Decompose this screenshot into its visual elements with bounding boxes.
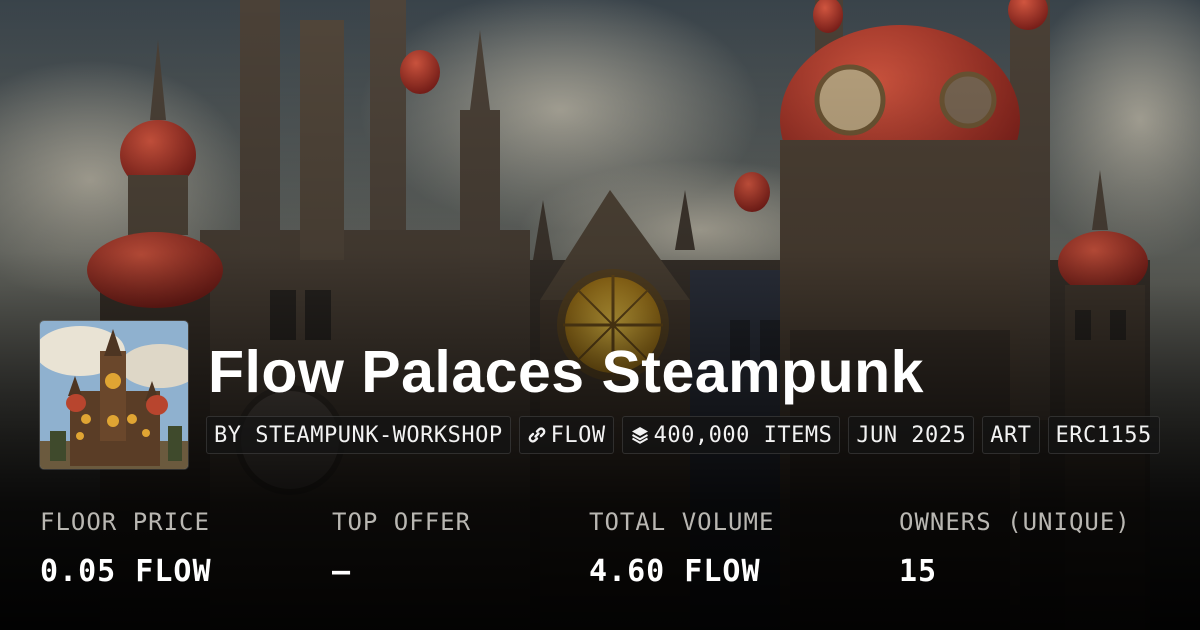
category-label: ART <box>990 422 1032 448</box>
stat-value: 0.05 FLOW <box>40 554 212 589</box>
creator-tag[interactable]: BY STEAMPUNK-WORKSHOP <box>206 416 511 454</box>
chain-tag: FLOW <box>518 416 614 454</box>
created-date-label: JUN 2025 <box>856 422 967 448</box>
stat-label: FLOOR PRICE <box>40 508 210 536</box>
creator-tag-label: BY STEAMPUNK-WORKSHOP <box>214 422 503 448</box>
stat-value: 15 <box>899 554 938 589</box>
chain-tag-label: FLOW <box>550 422 606 448</box>
token-standard-tag: ERC1155 <box>1047 416 1160 454</box>
token-standard-label: ERC1155 <box>1055 422 1152 448</box>
stat-value: 4.60 FLOW <box>589 554 761 589</box>
items-count-label: 400,000 ITEMS <box>653 422 833 448</box>
flow-icon <box>527 425 547 445</box>
stat-label: OWNERS (UNIQUE) <box>899 508 1131 536</box>
stat-floor-price: FLOOR PRICE 0.05 FLOW <box>40 505 212 590</box>
category-tag: ART <box>982 416 1040 454</box>
stat-total-volume: TOTAL VOLUME 4.60 FLOW <box>589 505 774 590</box>
created-date-tag: JUN 2025 <box>848 416 975 454</box>
collection-card: Flow Palaces Steampunk BY STEAMPUNK-WORK… <box>0 0 1200 630</box>
collection-avatar <box>40 321 188 469</box>
stat-label: TOTAL VOLUME <box>589 508 775 536</box>
collection-title: Flow Palaces Steampunk <box>208 339 924 405</box>
stat-owners: OWNERS (UNIQUE) 15 <box>899 505 1131 590</box>
items-count-tag: 400,000 ITEMS <box>621 416 841 454</box>
stat-label: TOP OFFER <box>332 508 472 536</box>
collection-tags: BY STEAMPUNK-WORKSHOP FLOW 400,000 ITEMS… <box>206 416 1160 454</box>
stat-value: — <box>332 554 352 589</box>
layers-icon <box>630 425 650 445</box>
stat-top-offer: TOP OFFER — <box>332 505 471 590</box>
